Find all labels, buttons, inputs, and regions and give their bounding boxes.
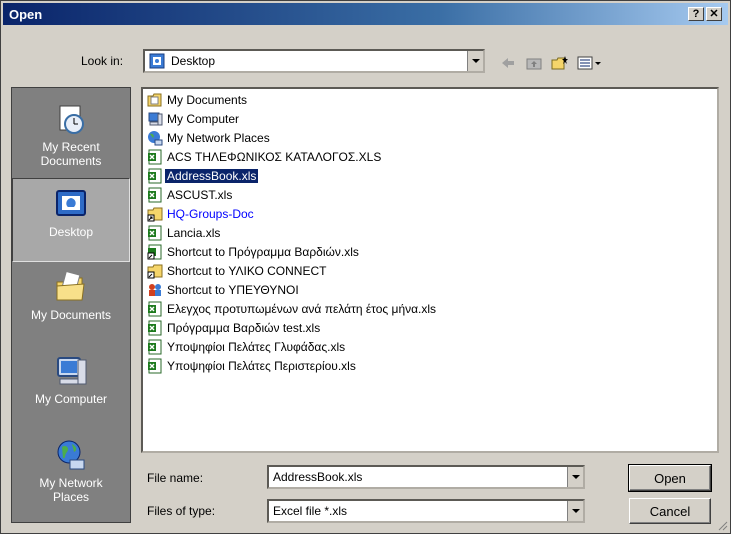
recent-documents-icon bbox=[54, 102, 88, 136]
excel-file-icon bbox=[147, 168, 163, 184]
place-desktop[interactable]: Desktop bbox=[12, 178, 130, 262]
file-name: ACS ΤΗΛΕΦΩΝΙΚΟΣ ΚΑΤΑΛΟΓΟΣ.XLS bbox=[167, 150, 382, 164]
list-item[interactable]: HQ-Groups-Doc bbox=[147, 205, 256, 223]
file-name: Ελεγχος προτυπωμένων ανά πελάτη έτος μήν… bbox=[167, 302, 437, 316]
list-item[interactable]: Shortcut to ΥΛΙΚΟ CONNECT bbox=[147, 262, 328, 280]
cancel-button[interactable]: Cancel bbox=[629, 498, 711, 524]
new-folder-icon[interactable] bbox=[549, 53, 571, 73]
list-item[interactable]: My Network Places bbox=[147, 129, 272, 147]
file-name: My Documents bbox=[167, 93, 248, 107]
resize-grip-icon[interactable] bbox=[716, 519, 728, 531]
file-list[interactable]: My Documents My Computer My Network Plac… bbox=[141, 87, 719, 453]
file-name-value: AddressBook.xls bbox=[273, 470, 363, 484]
place-network-places[interactable]: My Network Places bbox=[12, 430, 130, 514]
desktop-icon bbox=[54, 187, 88, 221]
excel-file-icon bbox=[147, 149, 163, 165]
list-item[interactable]: My Computer bbox=[147, 110, 241, 128]
file-name: Lancia.xls bbox=[167, 226, 221, 240]
window-title: Open bbox=[9, 6, 43, 22]
list-item[interactable]: ACS ΤΗΛΕΦΩΝΙΚΟΣ ΚΑΤΑΛΟΓΟΣ.XLS bbox=[147, 148, 383, 166]
network-places-icon bbox=[147, 130, 163, 146]
title-bar[interactable]: Open ? ✕ bbox=[3, 3, 728, 25]
list-item[interactable]: ASCUST.xls bbox=[147, 186, 234, 204]
help-button[interactable]: ? bbox=[688, 7, 704, 21]
list-item[interactable]: Lancia.xls bbox=[147, 224, 222, 242]
excel-file-icon bbox=[147, 320, 163, 336]
chevron-down-icon[interactable] bbox=[467, 51, 483, 71]
file-name: ASCUST.xls bbox=[167, 188, 233, 202]
file-name: Υποψηφίοι Πελάτες Γλυφάδας.xls bbox=[167, 340, 346, 354]
place-my-computer[interactable]: My Computer bbox=[12, 346, 130, 430]
place-recent-documents[interactable]: My Recent Documents bbox=[12, 94, 130, 178]
my-computer-icon bbox=[54, 354, 88, 388]
file-type-value: Excel file *.xls bbox=[273, 504, 348, 518]
file-name: My Network Places bbox=[167, 131, 270, 145]
file-type-label: Files of type: bbox=[147, 504, 216, 518]
place-label: Desktop bbox=[48, 225, 94, 239]
my-documents-icon bbox=[147, 92, 163, 108]
my-computer-icon bbox=[147, 111, 163, 127]
excel-file-icon bbox=[147, 301, 163, 317]
file-type-dropdown[interactable]: Excel file *.xls bbox=[267, 499, 585, 523]
back-arrow-icon[interactable] bbox=[497, 53, 519, 73]
up-folder-icon[interactable] bbox=[523, 53, 545, 73]
open-dialog: Open ? ✕ Look in: Desktop My Recent Docu… bbox=[0, 0, 731, 534]
chevron-down-icon[interactable] bbox=[567, 501, 583, 521]
place-label: My Recent Documents bbox=[40, 140, 102, 168]
list-item[interactable]: My Documents bbox=[147, 91, 249, 109]
desktop-icon bbox=[149, 53, 167, 69]
chevron-down-icon[interactable] bbox=[567, 467, 583, 487]
file-name: AddressBook.xls bbox=[165, 169, 259, 183]
list-item[interactable]: Ελεγχος προτυπωμένων ανά πελάτη έτος μήν… bbox=[147, 300, 438, 318]
file-name: Shortcut to Πρόγραμμα Βαρδιών.xls bbox=[167, 245, 359, 259]
file-name: HQ-Groups-Doc bbox=[167, 207, 254, 221]
excel-file-icon bbox=[147, 187, 163, 203]
list-item[interactable]: AddressBook.xls bbox=[147, 167, 259, 185]
excel-shortcut-icon bbox=[147, 244, 163, 260]
file-name: Υποψηφίοι Πελάτες Περιστερίου.xls bbox=[167, 359, 356, 373]
look-in-label: Look in: bbox=[81, 54, 124, 68]
places-bar: My Recent Documents Desktop My Documents… bbox=[11, 87, 131, 523]
views-menu-icon[interactable] bbox=[575, 53, 605, 73]
look-in-dropdown[interactable]: Desktop bbox=[143, 49, 485, 73]
close-button[interactable]: ✕ bbox=[706, 7, 722, 21]
excel-file-icon bbox=[147, 339, 163, 355]
place-my-documents[interactable]: My Documents bbox=[12, 262, 130, 346]
folder-shortcut-icon bbox=[147, 206, 163, 222]
folder-shortcut-icon bbox=[147, 263, 163, 279]
list-item[interactable]: Υποψηφίοι Πελάτες Γλυφάδας.xls bbox=[147, 338, 347, 356]
file-name: My Computer bbox=[167, 112, 240, 126]
excel-file-icon bbox=[147, 358, 163, 374]
file-name-label: File name: bbox=[147, 471, 204, 485]
network-places-icon bbox=[54, 438, 88, 472]
list-item[interactable]: Πρόγραμμα Βαρδιών test.xls bbox=[147, 319, 322, 337]
open-button[interactable]: Open bbox=[628, 464, 712, 492]
list-item[interactable]: Υποψηφίοι Πελάτες Περιστερίου.xls bbox=[147, 357, 358, 375]
excel-file-icon bbox=[147, 225, 163, 241]
users-shortcut-icon bbox=[147, 282, 163, 298]
place-label: My Documents bbox=[30, 308, 112, 322]
list-item[interactable]: Shortcut to ΥΠΕΥΘΥΝΟΙ bbox=[147, 281, 301, 299]
my-documents-icon bbox=[54, 270, 88, 304]
list-item[interactable]: Shortcut to Πρόγραμμα Βαρδιών.xls bbox=[147, 243, 361, 261]
file-name: Πρόγραμμα Βαρδιών test.xls bbox=[167, 321, 321, 335]
file-name: Shortcut to ΥΠΕΥΘΥΝΟΙ bbox=[167, 283, 299, 297]
place-label: My Computer bbox=[34, 392, 108, 406]
place-label: My Network Places bbox=[39, 476, 103, 504]
file-name: Shortcut to ΥΛΙΚΟ CONNECT bbox=[167, 264, 327, 278]
look-in-value: Desktop bbox=[171, 54, 216, 68]
file-name-input[interactable]: AddressBook.xls bbox=[267, 465, 585, 489]
